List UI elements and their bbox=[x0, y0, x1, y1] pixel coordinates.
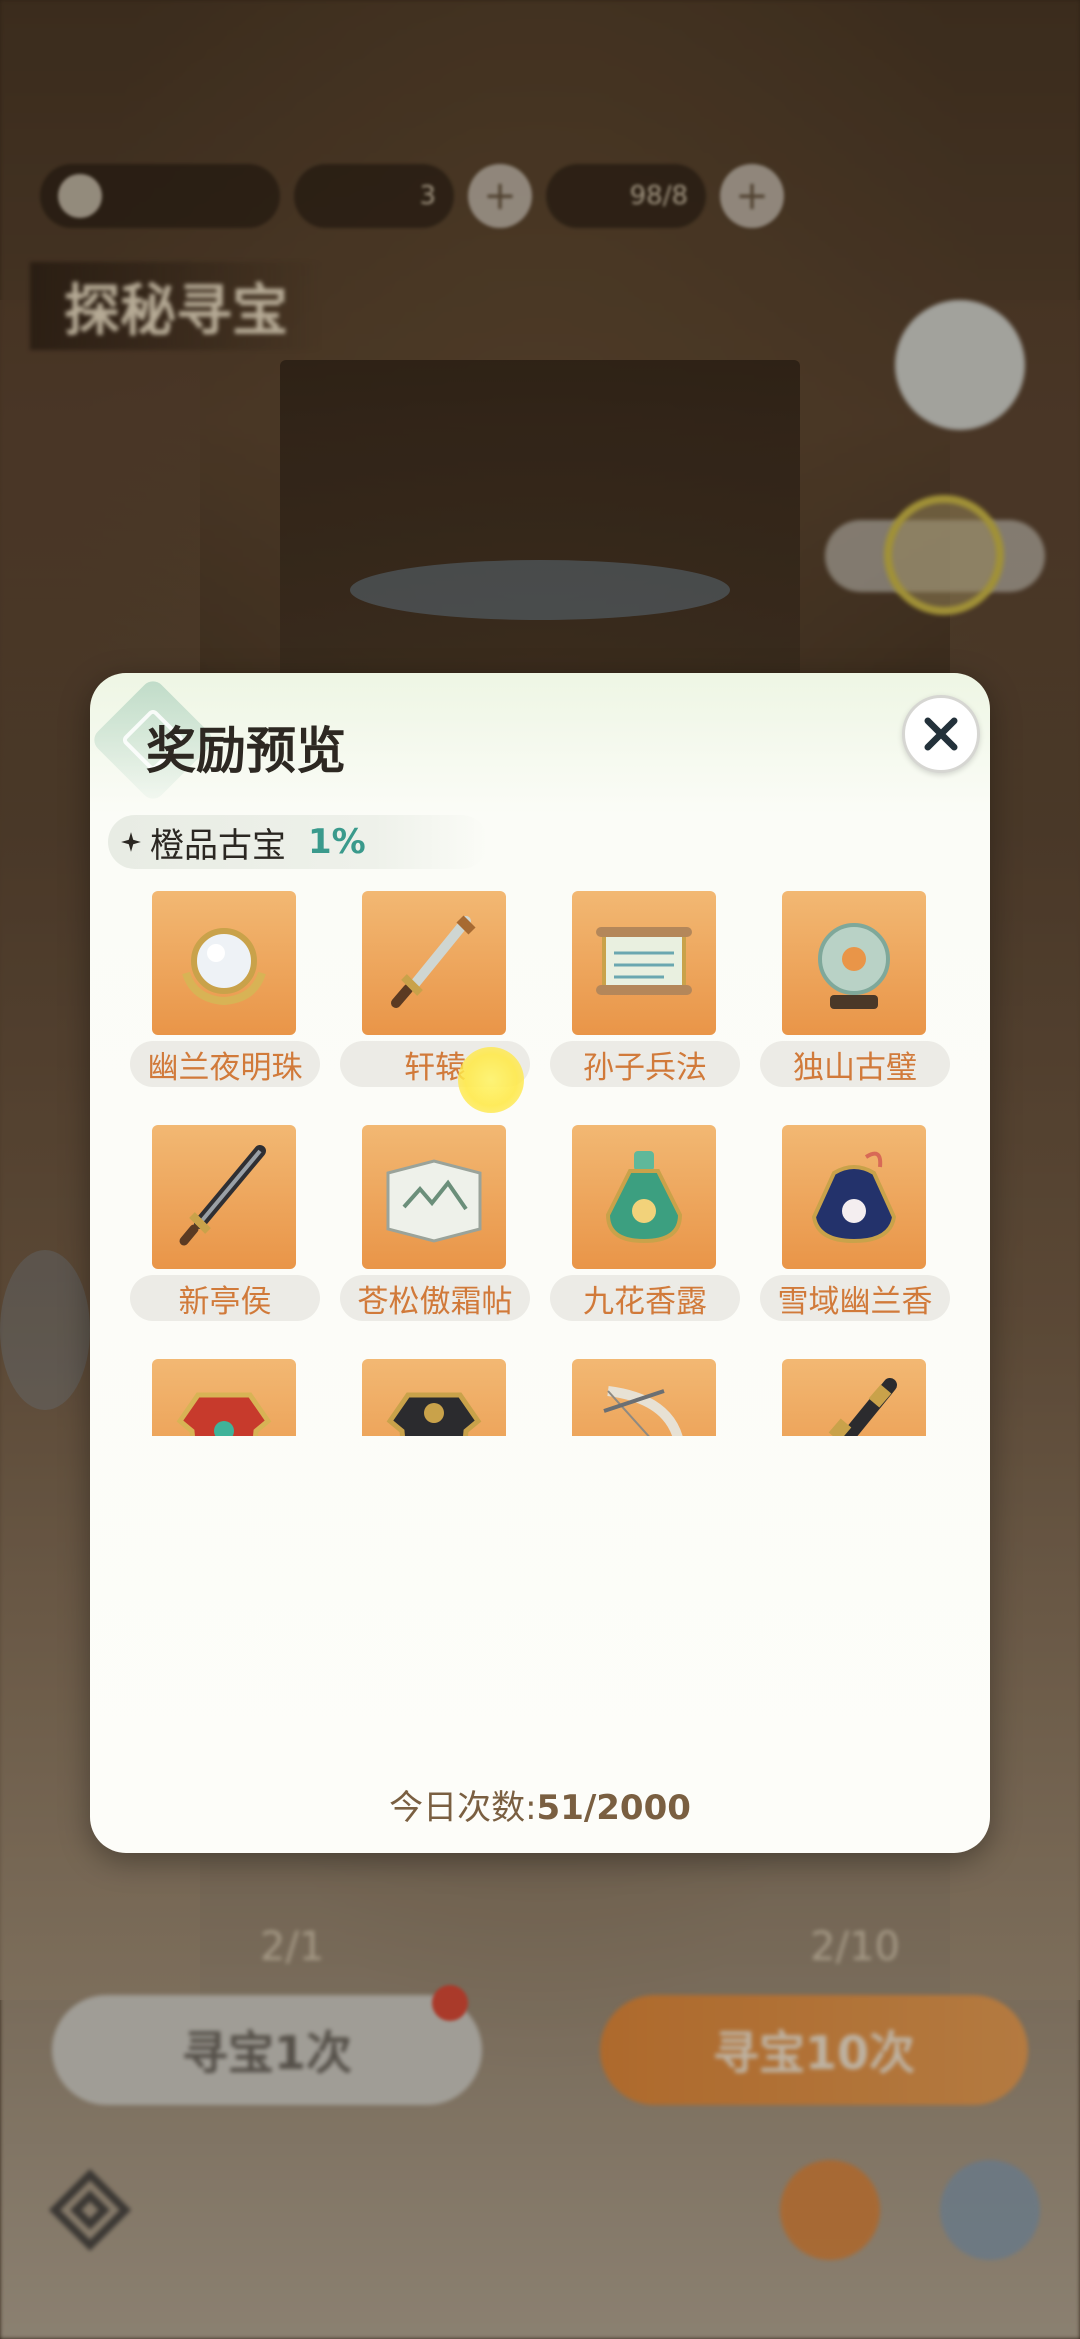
tier-percent: 1% bbox=[308, 822, 366, 862]
close-button[interactable] bbox=[902, 695, 980, 773]
reward-item-tile[interactable] bbox=[782, 1359, 926, 1436]
daily-count-label: 今日次数: bbox=[389, 1788, 537, 1828]
staff-icon bbox=[828, 1378, 897, 1436]
painting-icon bbox=[386, 1159, 482, 1243]
reward-item-tile[interactable] bbox=[572, 1359, 716, 1436]
reward-item-label: 雪域幽兰香 bbox=[760, 1275, 950, 1321]
reward-item-tile[interactable] bbox=[782, 1125, 926, 1269]
reward-item[interactable]: 混元缀鳞甲 bbox=[330, 1359, 530, 1436]
reward-item[interactable]: 九花香露 bbox=[540, 1125, 740, 1359]
sparkle-icon bbox=[118, 829, 144, 855]
reward-item-label: 独山古璧 bbox=[760, 1041, 950, 1087]
reward-item-tile[interactable] bbox=[362, 1359, 506, 1436]
reward-item[interactable]: 独山古璧 bbox=[750, 891, 950, 1125]
reward-item-tile[interactable] bbox=[362, 891, 506, 1035]
reward-grid: 幽兰夜明珠轩辕孙子兵法独山古璧新亭侯苍松傲霜帖九花香露雪域幽兰香金蚕软刺甲混元缀… bbox=[110, 891, 970, 1436]
reward-item-tile[interactable] bbox=[152, 891, 296, 1035]
tier-name: 橙品古宝 bbox=[150, 825, 286, 866]
bow-icon bbox=[603, 1386, 683, 1436]
reward-item-tile[interactable] bbox=[782, 891, 926, 1035]
daily-count-value: 51/2000 bbox=[536, 1788, 691, 1828]
reward-item-tile[interactable] bbox=[152, 1359, 296, 1436]
reward-item[interactable]: 金蚕软刺甲 bbox=[120, 1359, 320, 1436]
reward-item-label: 苍松傲霜帖 bbox=[340, 1275, 530, 1321]
reward-preview-modal: 奖励预览 橙品古宝 1% 幽兰夜明珠 轩辕 孙子兵法 独山古璧 新亭侯 苍松傲霜帖 九花香露… bbox=[90, 673, 990, 1853]
reward-item-tile[interactable] bbox=[152, 1125, 296, 1269]
reward-item[interactable]: 新亭侯 bbox=[120, 1125, 320, 1359]
reward-item-tile[interactable] bbox=[572, 891, 716, 1035]
reward-item-label: 孙子兵法 bbox=[550, 1041, 740, 1087]
reward-item-tile[interactable] bbox=[572, 1125, 716, 1269]
reward-grid-scroll[interactable]: 幽兰夜明珠轩辕孙子兵法独山古璧新亭侯苍松傲霜帖九花香露雪域幽兰香金蚕软刺甲混元缀… bbox=[110, 891, 970, 1436]
reward-item-label: 九花香露 bbox=[550, 1275, 740, 1321]
reward-item-tile[interactable] bbox=[362, 1125, 506, 1269]
sword-icon bbox=[391, 915, 476, 1008]
tier-header: 橙品古宝 1% bbox=[108, 815, 488, 869]
pearl-icon bbox=[182, 928, 266, 1006]
reward-item-label: 新亭侯 bbox=[130, 1275, 320, 1321]
jade-disc-icon bbox=[818, 923, 890, 1009]
reward-item[interactable]: 雪域幽兰香 bbox=[750, 1125, 950, 1359]
reward-item[interactable]: 幽兰夜明珠 bbox=[120, 891, 320, 1125]
reward-item[interactable]: 孙子兵法 bbox=[540, 891, 740, 1125]
scroll-icon bbox=[596, 927, 692, 995]
reward-item[interactable]: 定海陨铁棍 bbox=[750, 1359, 950, 1436]
daily-count: 今日次数:51/2000 bbox=[90, 1780, 990, 1829]
touch-indicator bbox=[458, 1047, 524, 1113]
close-icon bbox=[924, 717, 958, 751]
reward-item[interactable]: 射雕弓 bbox=[540, 1359, 740, 1436]
blade-icon bbox=[179, 1145, 266, 1246]
modal-title: 奖励预览 bbox=[146, 722, 346, 780]
bottle-icon bbox=[605, 1151, 683, 1244]
red-armor-icon bbox=[176, 1392, 272, 1436]
reward-item-label: 幽兰夜明珠 bbox=[130, 1041, 320, 1087]
reward-item[interactable]: 苍松傲霜帖 bbox=[330, 1125, 530, 1359]
pouch-icon bbox=[811, 1151, 897, 1244]
black-armor-icon bbox=[386, 1392, 482, 1436]
